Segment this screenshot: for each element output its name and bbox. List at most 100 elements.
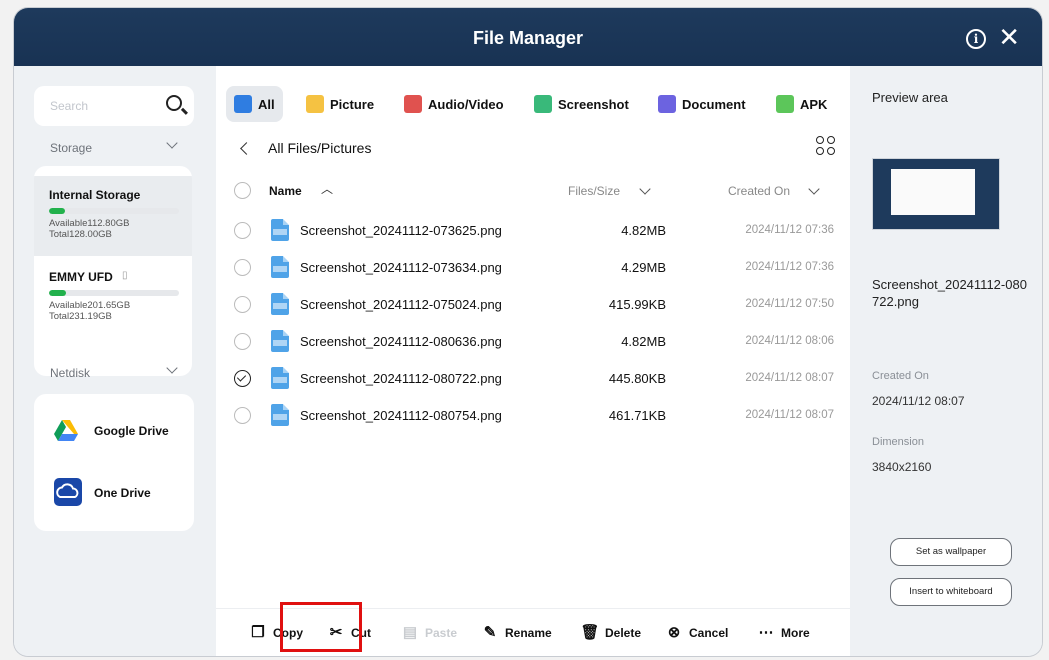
storage-section-label: Storage xyxy=(50,141,93,155)
storage-usage-bar xyxy=(49,208,179,214)
more-button[interactable]: ⋯ More xyxy=(756,621,810,645)
table-row[interactable]: Screenshot_20241112-073625.png 4.82MB 20… xyxy=(216,212,850,248)
tab-label: Audio/Video xyxy=(428,96,504,112)
preview-dimension-value: 3840x2160 xyxy=(872,460,932,474)
tab-label: Screenshot xyxy=(558,96,629,112)
tab-label: APK xyxy=(800,96,828,112)
preview-title: Preview area xyxy=(872,90,948,105)
table-row[interactable]: Screenshot_20241112-080636.png 4.82MB 20… xyxy=(216,323,850,359)
info-icon[interactable]: i xyxy=(966,29,986,49)
tab-audio-video[interactable]: Audio/Video xyxy=(396,86,512,122)
delete-button[interactable]: 🗑 Delete xyxy=(580,621,641,645)
cancel-label: Cancel xyxy=(689,626,729,640)
row-checkbox[interactable] xyxy=(234,296,251,313)
storage-collapse-chevron-icon[interactable] xyxy=(166,137,178,149)
search-placeholder: Search xyxy=(50,99,89,113)
tab-apk[interactable]: APK xyxy=(768,86,835,122)
storage-internal[interactable]: Internal Storage Available112.80GB Total… xyxy=(34,176,192,256)
paste-label: Paste xyxy=(425,626,458,640)
row-checkbox[interactable] xyxy=(234,259,251,276)
rename-label: Rename xyxy=(505,626,552,640)
back-arrow-icon[interactable] xyxy=(240,142,253,155)
more-dots-icon: ⋯ xyxy=(758,624,774,641)
paste-button[interactable]: ▤ Paste xyxy=(400,621,457,645)
screenshot-icon xyxy=(534,95,552,113)
storage-name: EMMY UFD xyxy=(49,270,113,284)
netdisk-section-label: Netdisk xyxy=(50,366,91,380)
picture-icon xyxy=(306,95,324,113)
close-icon[interactable]: ✕ xyxy=(998,24,1020,50)
folder-icon xyxy=(234,95,252,113)
preview-created-value: 2024/11/12 08:07 xyxy=(872,394,965,408)
file-size: 4.82MB xyxy=(621,223,666,238)
search-input[interactable]: Search xyxy=(34,86,194,126)
preview-dimension-label: Dimension xyxy=(872,436,924,448)
png-file-icon xyxy=(271,404,289,426)
delete-label: Delete xyxy=(605,626,642,640)
storage-list: Internal Storage Available112.80GB Total… xyxy=(34,166,192,376)
file-date: 2024/11/12 07:36 xyxy=(745,224,834,236)
rename-button[interactable]: ✎ Rename xyxy=(480,621,552,645)
size-sort-chevron-icon[interactable] xyxy=(639,183,651,195)
tab-label: Document xyxy=(682,96,746,112)
column-name-header[interactable]: Name xyxy=(269,184,302,198)
table-row-selected[interactable]: Screenshot_20241112-080722.png 445.80KB … xyxy=(216,360,850,396)
select-all-checkbox[interactable] xyxy=(234,182,251,199)
audio-video-icon xyxy=(404,95,422,113)
breadcrumb: All Files/Pictures xyxy=(268,140,372,156)
created-sort-chevron-icon[interactable] xyxy=(808,183,820,195)
png-file-icon xyxy=(271,367,289,389)
storage-total: Total128.00GB xyxy=(49,229,112,240)
cancel-circle-icon: ⊗ xyxy=(667,624,681,641)
set-wallpaper-button[interactable]: Set as wallpaper xyxy=(890,538,1012,566)
more-label: More xyxy=(781,626,810,640)
storage-usage-bar xyxy=(49,290,179,296)
file-name: Screenshot_20241112-073625.png xyxy=(300,223,502,238)
grid-view-icon[interactable] xyxy=(816,136,836,156)
netdisk-one-drive[interactable]: One Drive xyxy=(54,478,184,508)
file-size: 445.80KB xyxy=(608,371,666,386)
table-row[interactable]: Screenshot_20241112-075024.png 415.99KB … xyxy=(216,286,850,322)
usb-icon: ▯ xyxy=(122,270,128,281)
file-manager-window: File Manager i ✕ Search Storage Internal… xyxy=(14,8,1042,656)
row-checkbox[interactable] xyxy=(234,333,251,350)
row-checkbox[interactable] xyxy=(234,407,251,424)
tab-document[interactable]: Document xyxy=(650,86,754,122)
search-icon[interactable] xyxy=(166,95,182,111)
screen: File Manager i ✕ Search Storage Internal… xyxy=(0,0,1049,660)
sidebar: Search Storage Internal Storage Availabl… xyxy=(14,66,210,656)
file-date: 2024/11/12 08:06 xyxy=(745,335,834,347)
png-file-icon xyxy=(271,256,289,278)
file-size: 4.82MB xyxy=(621,334,666,349)
tab-all[interactable]: All xyxy=(226,86,283,122)
file-name: Screenshot_20241112-080636.png xyxy=(300,334,502,349)
file-date: 2024/11/12 08:07 xyxy=(745,409,834,421)
tab-picture[interactable]: Picture xyxy=(298,86,382,122)
file-date: 2024/11/12 07:36 xyxy=(745,261,834,273)
insert-whiteboard-button[interactable]: Insert to whiteboard xyxy=(890,578,1012,606)
cancel-button[interactable]: ⊗ Cancel xyxy=(664,621,729,645)
copy-icon: ❐ xyxy=(251,624,265,641)
preview-file-name: Screenshot_20241112-080722.png xyxy=(872,277,1027,309)
sort-up-icon[interactable]: ︿ xyxy=(321,180,333,197)
row-checkbox[interactable] xyxy=(234,222,251,239)
storage-usb[interactable]: EMMY UFD ▯ Available201.65GB Total231.19… xyxy=(34,258,192,338)
row-checkbox-checked[interactable] xyxy=(234,370,251,387)
preview-thumbnail[interactable] xyxy=(872,158,1000,230)
file-size: 415.99KB xyxy=(608,297,666,312)
netdisk-name: One Drive xyxy=(94,486,151,500)
storage-available: Available201.65GB xyxy=(49,300,131,311)
preview-created-label: Created On xyxy=(872,370,929,382)
netdisk-google-drive[interactable]: Google Drive xyxy=(54,416,184,446)
preview-thumbnail-image xyxy=(891,169,975,215)
main-panel: All Picture Audio/Video Screenshot Docum… xyxy=(216,66,850,656)
table-row[interactable]: Screenshot_20241112-080754.png 461.71KB … xyxy=(216,397,850,433)
tab-label: All xyxy=(258,96,275,112)
column-created-header[interactable]: Created On xyxy=(728,184,790,198)
file-name: Screenshot_20241112-073634.png xyxy=(300,260,502,275)
onedrive-icon xyxy=(54,478,82,506)
table-header: Name ︿ Files/Size Created On xyxy=(216,176,850,206)
tab-screenshot[interactable]: Screenshot xyxy=(526,86,637,122)
column-size-header[interactable]: Files/Size xyxy=(568,184,620,198)
table-row[interactable]: Screenshot_20241112-073634.png 4.29MB 20… xyxy=(216,249,850,285)
